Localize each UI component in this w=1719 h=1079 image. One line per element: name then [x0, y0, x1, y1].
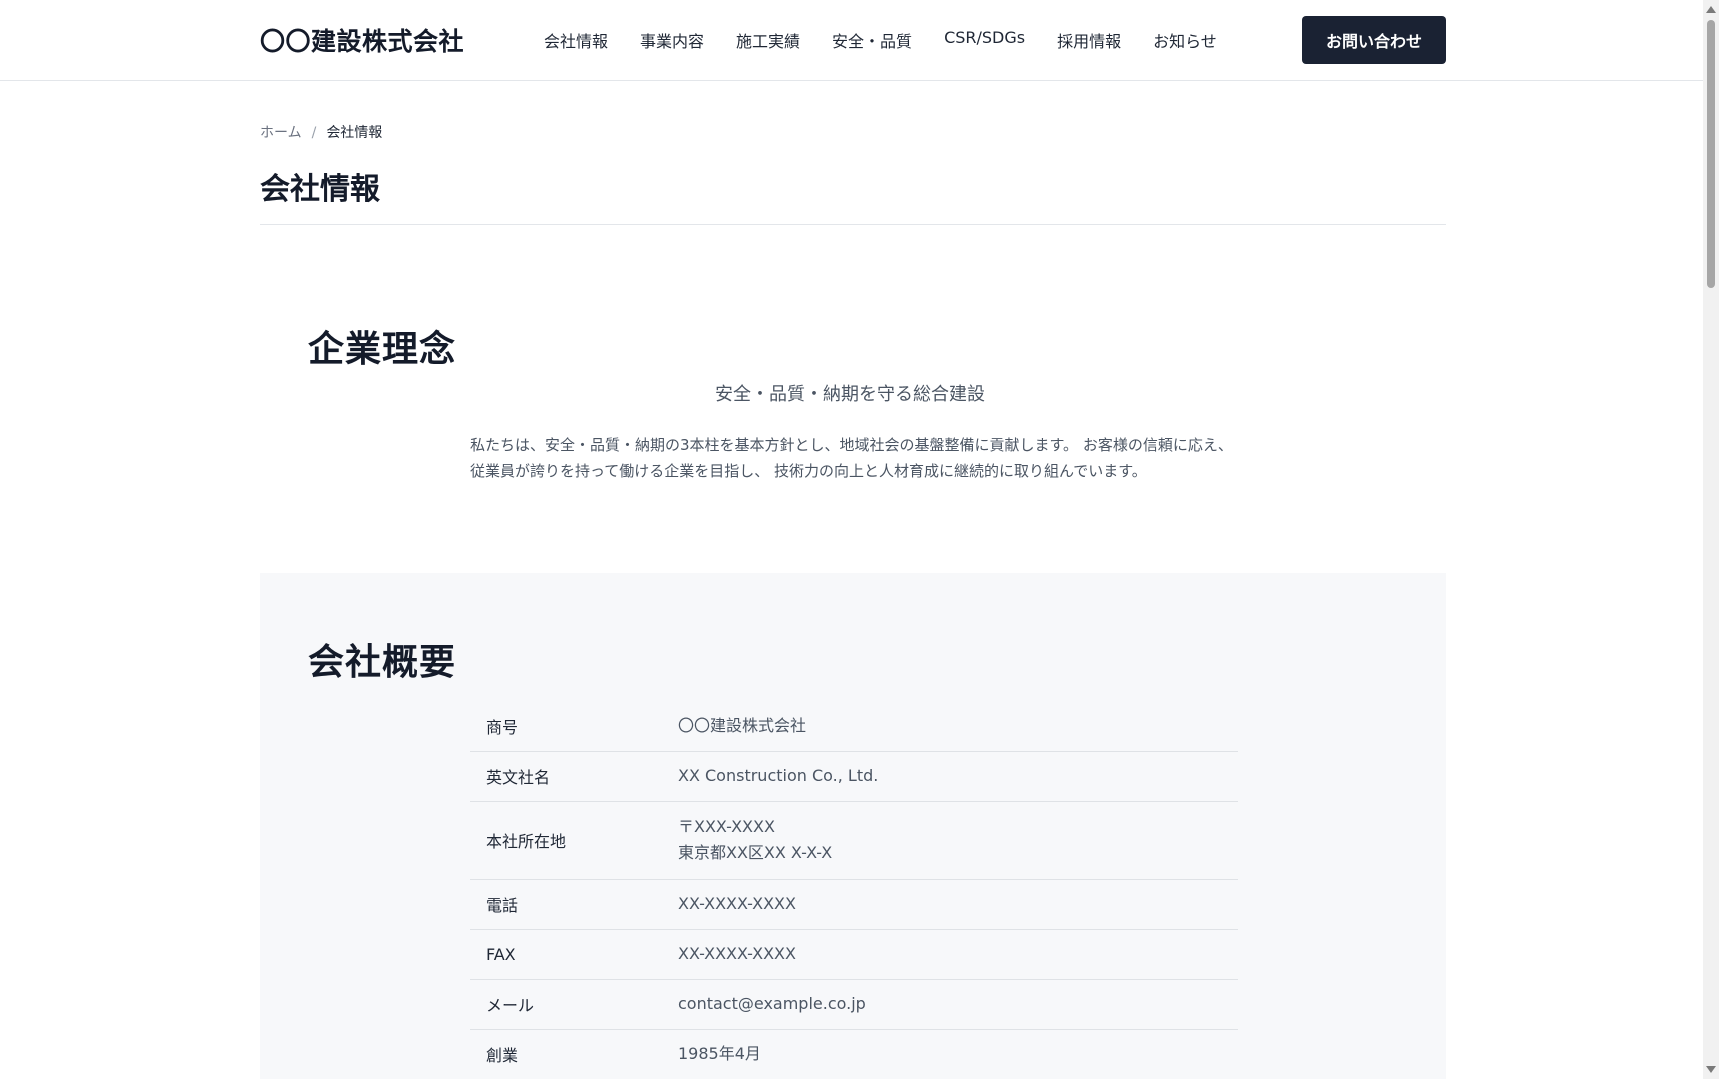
table-row: FAX XX-XXXX-XXXX	[470, 929, 1238, 980]
table-row: 創業 1985年4月	[470, 1029, 1238, 1079]
nav-business[interactable]: 事業内容	[640, 28, 704, 52]
value-line: 〒XXX-XXXX	[678, 817, 775, 836]
value-line: XX-XXXX-XXXX	[678, 894, 796, 913]
nav-news[interactable]: お知らせ	[1153, 28, 1217, 52]
row-value: contact@example.co.jp	[678, 979, 1238, 1030]
row-value: XX-XXXX-XXXX	[678, 929, 1238, 980]
table-row: 英文社名 XX Construction Co., Ltd.	[470, 751, 1238, 802]
main-nav: 会社情報 事業内容 施工実績 安全・品質 CSR/SDGs 採用情報 お知らせ	[544, 28, 1249, 52]
scroll-up-arrow-icon[interactable]	[1706, 6, 1716, 13]
value-line: XX-XXXX-XXXX	[678, 944, 796, 963]
value-line[interactable]: contact@example.co.jp	[678, 991, 1238, 1017]
site-header: 〇〇建設株式会社 会社情報 事業内容 施工実績 安全・品質 CSR/SDGs 採…	[0, 0, 1703, 81]
nav-company-info[interactable]: 会社情報	[544, 28, 608, 52]
row-label: メール	[470, 979, 678, 1030]
row-label: 創業	[470, 1029, 678, 1079]
page-scrollbar[interactable]	[1703, 0, 1719, 1079]
overview-heading: 会社概要	[308, 642, 457, 683]
row-label: 英文社名	[470, 751, 678, 802]
row-value: XX-XXXX-XXXX	[678, 879, 1238, 930]
title-divider	[260, 224, 1446, 225]
philosophy-heading: 企業理念	[308, 329, 457, 370]
row-label: FAX	[470, 929, 678, 980]
nav-csr-sdgs[interactable]: CSR/SDGs	[944, 28, 1025, 52]
breadcrumb-current: 会社情報	[326, 125, 383, 141]
page-title: 会社情報	[260, 172, 380, 207]
value-line: 〇〇建設株式会社	[678, 715, 807, 735]
nav-works[interactable]: 施工実績	[736, 28, 800, 52]
breadcrumb-home[interactable]: ホーム	[260, 125, 302, 141]
site-logo[interactable]: 〇〇建設株式会社	[260, 22, 464, 58]
value-line: 1985年4月	[678, 1044, 761, 1063]
scroll-thumb[interactable]	[1707, 20, 1715, 288]
page: 〇〇建設株式会社 会社情報 事業内容 施工実績 安全・品質 CSR/SDGs 採…	[0, 0, 1719, 1079]
table-row: メール contact@example.co.jp	[470, 979, 1238, 1030]
philosophy-body: 私たちは、安全・品質・納期の3本柱を基本方針とし、地域社会の基盤整備に貢献します…	[470, 436, 1233, 480]
nav-safety-quality[interactable]: 安全・品質	[832, 28, 912, 52]
value-line: XX Construction Co., Ltd.	[678, 766, 879, 785]
overview-table: 商号 〇〇建設株式会社 英文社名 XX Construction Co., Lt…	[470, 701, 1238, 1079]
row-label: 電話	[470, 879, 678, 930]
overview-section: 会社概要 商号 〇〇建設株式会社 英文社名 XX Construction Co…	[260, 573, 1446, 1079]
table-row: 商号 〇〇建設株式会社	[470, 701, 1238, 752]
value-line: 東京都XX区XX X-X-X	[678, 843, 833, 862]
contact-button[interactable]: お問い合わせ	[1302, 16, 1446, 64]
breadcrumb-separator: /	[311, 125, 317, 141]
philosophy-subheading: 安全・品質・納期を守る総合建設	[715, 384, 985, 405]
nav-recruit[interactable]: 採用情報	[1057, 28, 1121, 52]
table-row: 本社所在地 〒XXX-XXXX 東京都XX区XX X-X-X	[470, 801, 1238, 880]
row-value: 〒XXX-XXXX 東京都XX区XX X-X-X	[678, 801, 1238, 880]
row-label: 本社所在地	[470, 801, 678, 880]
row-value: XX Construction Co., Ltd.	[678, 751, 1238, 802]
scroll-down-arrow-icon[interactable]	[1706, 1066, 1716, 1073]
row-value: 1985年4月	[678, 1029, 1238, 1079]
row-label: 商号	[470, 701, 678, 752]
row-value: 〇〇建設株式会社	[678, 701, 1238, 752]
table-row: 電話 XX-XXXX-XXXX	[470, 879, 1238, 930]
breadcrumb: ホーム / 会社情報	[260, 122, 382, 142]
